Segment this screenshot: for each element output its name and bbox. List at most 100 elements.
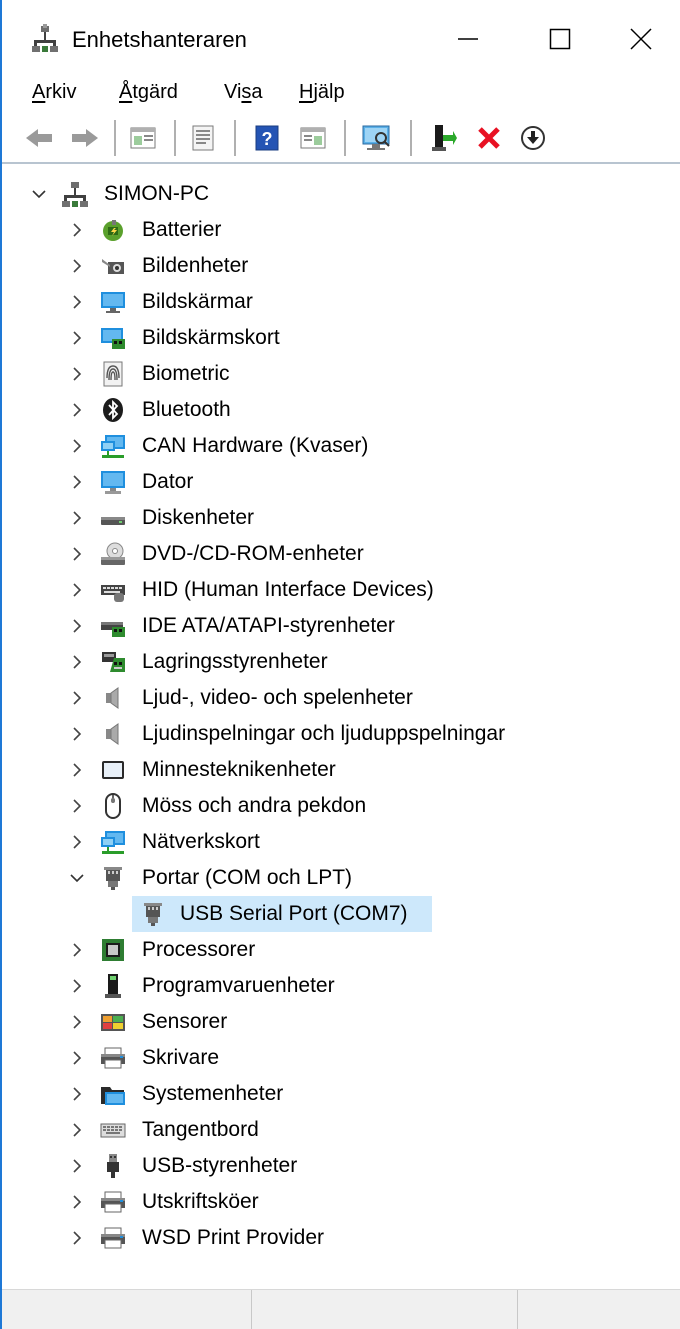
- chevron-right-icon[interactable]: [70, 331, 84, 345]
- chevron-right-icon[interactable]: [70, 979, 84, 993]
- chevron-right-icon[interactable]: [70, 835, 84, 849]
- tree-category-programvaruenheter[interactable]: Programvaruenheter: [2, 968, 678, 1004]
- tree-category-bildskarmskort[interactable]: Bildskärmskort: [2, 320, 678, 356]
- tree-device-usb-serial-port-com7[interactable]: USB Serial Port (COM7): [2, 896, 678, 932]
- uninstall-device-button[interactable]: [472, 122, 506, 154]
- chevron-right-icon[interactable]: [70, 1159, 84, 1173]
- toolbar-separator: [410, 120, 412, 156]
- tree-category-minnesteknikenheter[interactable]: Minnesteknikenheter: [2, 752, 678, 788]
- chevron-right-icon[interactable]: [70, 259, 84, 273]
- tree-category-natverkskort[interactable]: Nätverkskort: [2, 824, 678, 860]
- tree-category-wsd-print-provider[interactable]: WSD Print Provider: [2, 1220, 678, 1256]
- chevron-right-icon[interactable]: [70, 619, 84, 633]
- tree-category-diskenheter[interactable]: Diskenheter: [2, 500, 678, 536]
- chevron-right-icon[interactable]: [70, 547, 84, 561]
- tree-category-dvd-cd-rom-enheter[interactable]: DVD-/CD-ROM-enheter: [2, 536, 678, 572]
- toolbar-separator: [174, 120, 176, 156]
- toolbar-separator: [344, 120, 346, 156]
- tree-category-utskriftskoer[interactable]: Utskriftsköer: [2, 1184, 678, 1220]
- tree-category-processorer[interactable]: Processorer: [2, 932, 678, 968]
- forward-button[interactable]: [68, 122, 102, 154]
- title-bar[interactable]: Enhetshanteraren: [2, 0, 680, 78]
- tree-category-usb-styrenheter[interactable]: USB-styrenheter: [2, 1148, 678, 1184]
- tree-category-ljudinspelningar-och-ljuduppspelningar[interactable]: Ljudinspelningar och ljuduppspelningar: [2, 716, 678, 752]
- chevron-right-icon[interactable]: [70, 439, 84, 453]
- tree-root[interactable]: SIMON-PC: [2, 176, 678, 212]
- tree-category-moss-och-andra-pekdon[interactable]: Möss och andra pekdon: [2, 788, 678, 824]
- window-title: Enhetshanteraren: [72, 27, 247, 52]
- chevron-right-icon[interactable]: [70, 1123, 84, 1137]
- tree-category-biometric[interactable]: Biometric: [2, 356, 678, 392]
- chevron-right-icon[interactable]: [70, 1015, 84, 1029]
- tree-category-sensorer[interactable]: Sensorer: [2, 1004, 678, 1040]
- menu-atgard[interactable]: Åtgärd: [119, 78, 178, 106]
- tree-category-batterier[interactable]: Batterier: [2, 212, 678, 248]
- tree-category-dator[interactable]: Dator: [2, 464, 678, 500]
- menu-hjalp[interactable]: Hjälp: [299, 78, 345, 106]
- chevron-right-icon[interactable]: [70, 691, 84, 705]
- tree-category-label: Möss och andra pekdon: [142, 794, 367, 817]
- help-button[interactable]: ?: [250, 122, 284, 154]
- tree-category-lagringsstyrenheter[interactable]: Lagringsstyrenheter: [2, 644, 678, 680]
- update-driver-button[interactable]: [426, 122, 460, 154]
- back-button[interactable]: [22, 122, 56, 154]
- tree-category-label: IDE ATA/ATAPI-styrenheter: [142, 614, 395, 637]
- device-manager-icon: [32, 24, 58, 52]
- minimize-button[interactable]: [422, 0, 514, 78]
- tree-category-label: Ljud-, video- och spelenheter: [142, 686, 413, 709]
- scan-hardware-button[interactable]: [360, 122, 394, 154]
- chevron-right-icon[interactable]: [70, 223, 84, 237]
- properties-icon: [192, 125, 214, 151]
- tree-category-skrivare[interactable]: Skrivare: [2, 1040, 678, 1076]
- computer-icon: [101, 471, 125, 494]
- chevron-right-icon[interactable]: [70, 1231, 84, 1245]
- system-devices-icon: [101, 1087, 125, 1105]
- chevron-down-icon[interactable]: [70, 871, 84, 885]
- action-pane-button[interactable]: [296, 122, 330, 154]
- tree-category-bildenheter[interactable]: Bildenheter: [2, 248, 678, 284]
- action-pane-icon: [300, 127, 326, 149]
- show-hide-console-tree-button[interactable]: [126, 122, 160, 154]
- disable-device-button[interactable]: [516, 122, 550, 154]
- chevron-right-icon[interactable]: [70, 727, 84, 741]
- camera-icon: [102, 259, 124, 274]
- chevron-right-icon[interactable]: [70, 475, 84, 489]
- tree-category-ide-ata-atapi-styrenheter[interactable]: IDE ATA/ATAPI-styrenheter: [2, 608, 678, 644]
- tree-category-ljud-video-och-spelenheter[interactable]: Ljud-, video- och spelenheter: [2, 680, 678, 716]
- tree-category-label: Bildskärmskort: [142, 326, 280, 349]
- chevron-right-icon[interactable]: [70, 511, 84, 525]
- maximize-button[interactable]: [514, 0, 606, 78]
- tree-category-bluetooth[interactable]: Bluetooth: [2, 392, 678, 428]
- chevron-right-icon[interactable]: [70, 763, 84, 777]
- chevron-right-icon[interactable]: [70, 583, 84, 597]
- svg-text:?: ?: [262, 129, 273, 149]
- menu-arkiv[interactable]: Arkiv: [32, 78, 76, 106]
- chevron-right-icon[interactable]: [70, 655, 84, 669]
- tree-category-systemenheter[interactable]: Systemenheter: [2, 1076, 678, 1112]
- tree-category-label: CAN Hardware (Kvaser): [142, 434, 369, 457]
- tree-category-hid-human-interface-devices[interactable]: HID (Human Interface Devices): [2, 572, 678, 608]
- tree-category-can-hardware-kvaser[interactable]: CAN Hardware (Kvaser): [2, 428, 678, 464]
- chevron-right-icon[interactable]: [70, 943, 84, 957]
- chevron-right-icon[interactable]: [70, 295, 84, 309]
- chevron-right-icon[interactable]: [70, 1087, 84, 1101]
- chevron-right-icon[interactable]: [70, 799, 84, 813]
- tree-category-tangentbord[interactable]: Tangentbord: [2, 1112, 678, 1148]
- chevron-right-icon[interactable]: [70, 1195, 84, 1209]
- properties-button[interactable]: [186, 122, 220, 154]
- processor-icon: [102, 939, 124, 961]
- chevron-right-icon[interactable]: [70, 403, 84, 417]
- port-icon: [104, 867, 122, 890]
- chevron-down-icon[interactable]: [32, 187, 46, 201]
- chevron-right-icon[interactable]: [70, 1051, 84, 1065]
- tree-category-portar-com-och-lpt[interactable]: Portar (COM och LPT): [2, 860, 678, 896]
- status-segment: [2, 1290, 252, 1329]
- keyboard-icon: [100, 1123, 126, 1138]
- chevron-right-icon[interactable]: [70, 367, 84, 381]
- tree-category-bildskarmar[interactable]: Bildskärmar: [2, 284, 678, 320]
- tree-category-label: Diskenheter: [142, 506, 255, 529]
- menu-visa[interactable]: Visa: [224, 78, 263, 106]
- network-computer-icon: [101, 435, 125, 458]
- tree-category-label: Lagringsstyrenheter: [142, 650, 328, 673]
- close-button[interactable]: [602, 0, 680, 78]
